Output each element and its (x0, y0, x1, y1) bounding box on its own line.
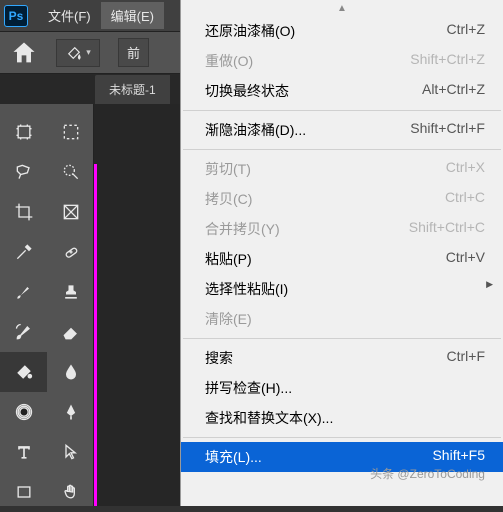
menu-fill-label: 填充(L)... (205, 447, 262, 467)
tool-pen[interactable] (47, 392, 94, 432)
tools-panel (0, 104, 94, 506)
menu-redo: 重做(O) Shift+Ctrl+Z (181, 46, 503, 76)
menu-undo-label: 还原油漆桶(O) (205, 21, 295, 41)
tool-preset-dropdown[interactable]: ▾ (56, 39, 100, 67)
menu-copy-merged-label: 合并拷贝(Y) (205, 219, 280, 239)
menu-separator (183, 437, 501, 438)
menu-toggle-label: 切换最终状态 (205, 81, 289, 101)
menu-spellcheck[interactable]: 拼写检查(H)... (181, 373, 503, 403)
menu-copy-label: 拷贝(C) (205, 189, 252, 209)
tool-frame[interactable] (47, 192, 94, 232)
tool-dodge[interactable] (0, 392, 47, 432)
menu-file[interactable]: 文件(F) (38, 2, 101, 29)
tool-blur[interactable] (47, 352, 94, 392)
menu-fill-shortcut: Shift+F5 (432, 447, 485, 467)
menu-spellcheck-label: 拼写检查(H)... (205, 378, 292, 398)
tool-history-brush[interactable] (0, 312, 47, 352)
menu-search-shortcut: Ctrl+F (447, 348, 486, 368)
tool-bucket[interactable] (0, 352, 47, 392)
menu-undo-shortcut: Ctrl+Z (447, 21, 486, 41)
menu-clear-label: 清除(E) (205, 309, 252, 329)
menu-toggle-shortcut: Alt+Ctrl+Z (422, 81, 485, 101)
menu-separator (183, 338, 501, 339)
menu-copy-shortcut: Ctrl+C (445, 189, 485, 209)
menu-fade-shortcut: Shift+Ctrl+F (410, 120, 485, 140)
tool-marquee[interactable] (47, 112, 94, 152)
tool-hand[interactable] (47, 472, 94, 512)
menu-clear: 清除(E) (181, 304, 503, 334)
menu-redo-label: 重做(O) (205, 51, 253, 71)
menu-paste-special-label: 选择性粘贴(I) (205, 279, 288, 299)
menu-undo[interactable]: 还原油漆桶(O) Ctrl+Z (181, 16, 503, 46)
menu-cut-label: 剪切(T) (205, 159, 251, 179)
menu-cut: 剪切(T) Ctrl+X (181, 154, 503, 184)
selection-edge (94, 164, 97, 506)
menu-copy-merged-shortcut: Shift+Ctrl+C (409, 219, 485, 239)
app-logo: Ps (4, 5, 28, 27)
tool-lasso[interactable] (0, 152, 47, 192)
menu-separator (183, 149, 501, 150)
tool-type[interactable] (0, 432, 47, 472)
scroll-up-icon[interactable]: ▲ (181, 0, 503, 16)
menu-search-label: 搜索 (205, 348, 233, 368)
menu-redo-shortcut: Shift+Ctrl+Z (410, 51, 485, 71)
tool-stamp[interactable] (47, 272, 94, 312)
tool-eyedropper[interactable] (0, 232, 47, 272)
menu-cut-shortcut: Ctrl+X (446, 159, 485, 179)
edit-dropdown: ▲ 还原油漆桶(O) Ctrl+Z 重做(O) Shift+Ctrl+Z 切换最… (180, 0, 503, 506)
menu-copy-merged: 合并拷贝(Y) Shift+Ctrl+C (181, 214, 503, 244)
menu-fade-label: 渐隐油漆桶(D)... (205, 120, 306, 140)
tool-brush[interactable] (0, 272, 47, 312)
menu-paste[interactable]: 粘贴(P) Ctrl+V (181, 244, 503, 274)
menu-toggle-state[interactable]: 切换最终状态 Alt+Ctrl+Z (181, 76, 503, 106)
chevron-down-icon: ▾ (86, 47, 91, 58)
menu-find-replace[interactable]: 查找和替换文本(X)... (181, 403, 503, 433)
menu-fade[interactable]: 渐隐油漆桶(D)... Shift+Ctrl+F (181, 115, 503, 145)
menu-fill[interactable]: 填充(L)... Shift+F5 (181, 442, 503, 472)
tool-crop[interactable] (0, 192, 47, 232)
home-icon[interactable] (10, 39, 38, 67)
menu-find-replace-label: 查找和替换文本(X)... (205, 408, 333, 428)
menu-copy: 拷贝(C) Ctrl+C (181, 184, 503, 214)
tool-path-select[interactable] (47, 432, 94, 472)
document-tab[interactable]: 未标题-1 (95, 75, 170, 104)
menu-separator (183, 110, 501, 111)
menu-edit[interactable]: 编辑(E) (101, 2, 164, 29)
menu-paste-shortcut: Ctrl+V (446, 249, 485, 269)
menu-paste-label: 粘贴(P) (205, 249, 252, 269)
tool-artboard[interactable] (0, 112, 47, 152)
foreground-button[interactable]: 前 (118, 38, 149, 67)
tool-eraser[interactable] (47, 312, 94, 352)
tool-rectangle[interactable] (0, 472, 47, 512)
tool-heal[interactable] (47, 232, 94, 272)
tool-quick-select[interactable] (47, 152, 94, 192)
menu-search[interactable]: 搜索 Ctrl+F (181, 343, 503, 373)
menu-paste-special[interactable]: 选择性粘贴(I) (181, 274, 503, 304)
